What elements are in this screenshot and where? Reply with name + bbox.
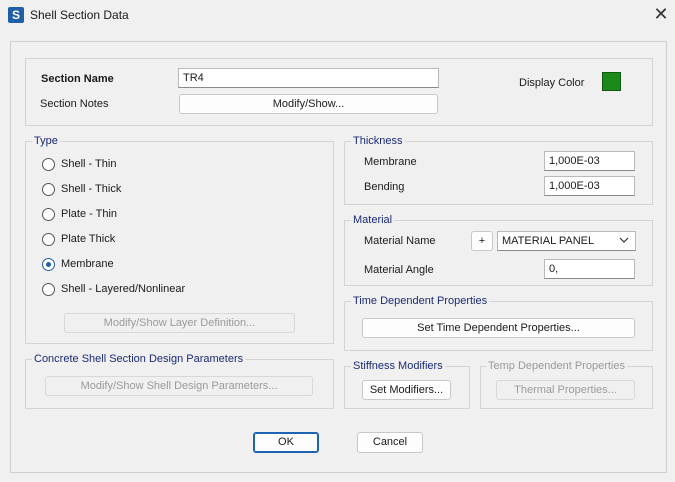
- type-legend: Type: [32, 135, 60, 147]
- membrane-label: Membrane: [364, 156, 417, 168]
- radio-button[interactable]: [42, 283, 55, 296]
- radio-button[interactable]: [42, 208, 55, 221]
- set-time-dependent-button[interactable]: Set Time Dependent Properties...: [362, 318, 635, 338]
- chevron-down-icon: [619, 237, 629, 243]
- material-angle-input[interactable]: 0,: [544, 259, 635, 279]
- material-name-value: MATERIAL PANEL: [502, 235, 595, 247]
- ok-button[interactable]: OK: [253, 432, 319, 453]
- type-option-label: Shell - Thick: [61, 183, 122, 195]
- time-dependent-legend: Time Dependent Properties: [351, 295, 490, 307]
- add-material-button[interactable]: +: [471, 231, 493, 251]
- material-name-label: Material Name: [364, 235, 436, 247]
- layer-definition-button[interactable]: Modify/Show Layer Definition...: [64, 313, 295, 333]
- section-name-label: Section Name: [41, 73, 114, 85]
- cancel-button[interactable]: Cancel: [357, 432, 423, 453]
- type-option-label: Shell - Layered/Nonlinear: [61, 283, 186, 295]
- bending-label: Bending: [364, 181, 405, 193]
- material-angle-label: Material Angle: [364, 264, 434, 276]
- concrete-design-legend: Concrete Shell Section Design Parameters: [32, 353, 246, 365]
- type-option-label: Shell - Thin: [61, 158, 117, 170]
- display-color-swatch[interactable]: [602, 72, 621, 91]
- radio-button[interactable]: [42, 233, 55, 246]
- close-icon[interactable]: ✕: [648, 3, 674, 27]
- type-option-label: Membrane: [61, 258, 114, 270]
- thermal-properties-button[interactable]: Thermal Properties...: [496, 380, 635, 400]
- membrane-thickness-input[interactable]: 1,000E-03: [544, 151, 635, 171]
- window-title: Shell Section Data: [30, 8, 129, 22]
- temp-dependent-legend: Temp Dependent Properties: [486, 360, 627, 372]
- thickness-legend: Thickness: [351, 135, 405, 147]
- section-notes-label: Section Notes: [40, 98, 109, 110]
- stiffness-modifiers-legend: Stiffness Modifiers: [351, 360, 445, 372]
- material-name-dropdown[interactable]: MATERIAL PANEL: [497, 231, 636, 251]
- bending-thickness-input[interactable]: 1,000E-03: [544, 176, 635, 196]
- display-color-label: Display Color: [519, 77, 585, 89]
- type-option-label: Plate - Thin: [61, 208, 118, 220]
- type-option-label: Plate Thick: [61, 233, 116, 245]
- material-legend: Material: [351, 214, 395, 226]
- radio-button[interactable]: [42, 158, 55, 171]
- set-modifiers-button[interactable]: Set Modifiers...: [362, 380, 451, 400]
- section-notes-button[interactable]: Modify/Show...: [179, 94, 438, 114]
- app-icon: S: [8, 7, 24, 23]
- shell-design-parameters-button[interactable]: Modify/Show Shell Design Parameters...: [45, 376, 313, 396]
- radio-button[interactable]: [42, 258, 55, 271]
- radio-button[interactable]: [42, 183, 55, 196]
- section-name-input[interactable]: TR4: [178, 68, 439, 88]
